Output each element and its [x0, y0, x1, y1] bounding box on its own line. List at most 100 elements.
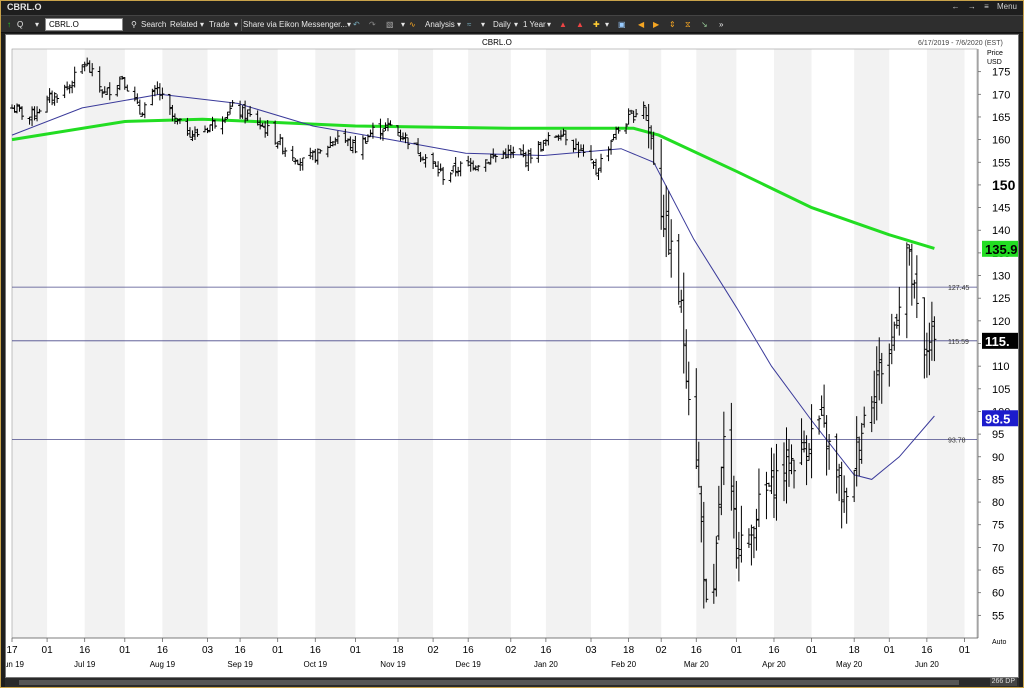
chart-band — [773, 49, 812, 638]
scroll-left-icon[interactable]: ◀ — [638, 19, 644, 31]
zoom-box-icon[interactable]: ▣ — [618, 19, 626, 31]
auto-scale-button[interactable]: Auto — [992, 639, 1007, 646]
y-axis-tick-label: 125 — [992, 293, 1010, 305]
expand-vertical-icon[interactable]: ⇕ — [669, 19, 676, 31]
menu-icon[interactable]: ≡ — [984, 2, 989, 11]
x-axis-day-label: 01 — [272, 645, 284, 656]
x-axis-month-label: Apr 20 — [762, 660, 786, 669]
x-axis-day-label: 01 — [731, 645, 743, 656]
share-messenger-button[interactable]: Share via Eikon Messenger... — [243, 19, 347, 31]
window-titlebar: CBRL.O ← → ≡ Menu — [1, 1, 1023, 15]
price-tag-label: 98.5 — [985, 411, 1010, 426]
x-axis-day-label: 16 — [540, 645, 552, 656]
chart-band — [315, 49, 356, 638]
search-button[interactable]: Search — [141, 19, 166, 31]
currency-axis-label: USD — [987, 59, 1002, 66]
more-icon[interactable]: » — [719, 19, 723, 31]
x-axis-month-label: Jun 19 — [6, 660, 25, 669]
y-axis-tick-label: 145 — [992, 203, 1010, 215]
horizontal-scrollbar[interactable] — [19, 680, 959, 685]
toolbar: ↑ Q ▾ CBRL.O ⚲ Search Related ▾ Trade ▾ … — [1, 15, 1023, 33]
analysis-icon[interactable]: ∿ — [409, 19, 416, 31]
analysis-dropdown-icon[interactable]: ▾ — [457, 19, 461, 31]
crosshair-dropdown-icon[interactable]: ▾ — [605, 19, 609, 31]
x-axis: 17 01 16 01 16 03 16 01 16 01 18 02 16 02 16 03 18 02 16 01… — [6, 637, 978, 669]
menu-button[interactable]: Menu — [997, 2, 1017, 11]
price-chart[interactable]: 127.45115.5993.78 5560657075808590951001… — [6, 35, 1020, 679]
forward-arrow-icon[interactable]: → — [968, 2, 976, 11]
window-title: CBRL.O — [7, 2, 42, 12]
x-axis-day-label: 01 — [350, 645, 362, 656]
related-dropdown-icon[interactable]: ▾ — [200, 19, 204, 31]
interval-dropdown-icon[interactable]: ▾ — [514, 19, 518, 31]
export-icon[interactable]: ↘ — [701, 19, 708, 31]
y-axis-tick-label: 140 — [992, 225, 1010, 237]
x-axis-day-label: 17 — [6, 645, 18, 656]
x-axis-day-label: 16 — [79, 645, 91, 656]
up-arrow-icon[interactable]: ↑ — [7, 19, 11, 31]
range-dropdown-icon[interactable]: ▾ — [547, 19, 551, 31]
y-axis-tick-label: 175 — [992, 67, 1010, 79]
scroll-right-icon[interactable]: ▶ — [653, 19, 659, 31]
horizontal-line-label: 127.45 — [948, 285, 970, 292]
x-axis-day-label: 16 — [235, 645, 247, 656]
back-arrow-icon[interactable]: ← — [952, 2, 960, 11]
hourglass-icon[interactable]: ⧖ — [685, 19, 691, 31]
y-axis-tick-label: 80 — [992, 497, 1004, 509]
line-chart-icon[interactable]: ▲ — [559, 19, 567, 31]
ric-input[interactable]: CBRL.O — [45, 18, 123, 31]
undo-icon[interactable]: ↶ — [353, 19, 360, 31]
y-axis-tick-label: 105 — [992, 384, 1010, 396]
analysis-menu[interactable]: Analysis — [425, 19, 455, 31]
price-tag-label: 135.9 — [985, 242, 1018, 257]
x-axis-month-label: Oct 19 — [303, 660, 327, 669]
chart-band — [162, 49, 208, 638]
x-axis-day-label: 16 — [691, 645, 703, 656]
x-axis-day-label: 16 — [768, 645, 780, 656]
share-dropdown-icon[interactable]: ▾ — [347, 19, 351, 31]
tools-dropdown-icon[interactable]: ▾ — [401, 19, 405, 31]
trade-menu[interactable]: Trade — [209, 19, 230, 31]
folder-icon[interactable]: ▧ — [386, 19, 394, 31]
x-axis-day-label: 01 — [119, 645, 131, 656]
y-axis-tick-label: 65 — [992, 565, 1004, 577]
x-axis-day-label: 16 — [157, 645, 169, 656]
range-menu[interactable]: 1 Year — [523, 19, 546, 31]
chart-band — [628, 49, 662, 638]
crosshair-icon[interactable]: ✚ — [593, 19, 600, 31]
x-axis-month-label: Aug 19 — [150, 660, 176, 669]
x-axis-day-label: 16 — [310, 645, 322, 656]
y-axis-tick-label: 165 — [992, 112, 1010, 124]
y-axis-tick-label: 95 — [992, 429, 1004, 441]
wave-icon[interactable]: ≈ — [467, 19, 471, 31]
related-menu[interactable]: Related — [170, 19, 198, 31]
x-axis-day-label: 16 — [463, 645, 475, 656]
price-axis-label: Price — [987, 50, 1003, 57]
x-axis-day-label: 01 — [884, 645, 896, 656]
x-axis-month-label: Jul 19 — [74, 660, 96, 669]
y-axis-tick-label: 90 — [992, 452, 1004, 464]
x-axis-day-label: 02 — [428, 645, 440, 656]
chart-band — [545, 49, 591, 638]
x-axis-month-label: Nov 19 — [380, 660, 406, 669]
chart-background-bands — [11, 48, 978, 639]
chart-band — [854, 49, 890, 638]
y-axis-tick-label: 75 — [992, 520, 1004, 532]
wave-dropdown-icon[interactable]: ▾ — [481, 19, 485, 31]
redo-icon[interactable]: ↷ — [369, 19, 376, 31]
x-axis-day-label: 18 — [623, 645, 635, 656]
toolbar-separator — [241, 19, 242, 31]
x-axis-month-label: Mar 20 — [684, 660, 709, 669]
interval-menu[interactable]: Daily — [493, 19, 511, 31]
x-axis-month-label: Jun 20 — [915, 660, 940, 669]
y-axis-tick-label: 120 — [992, 316, 1010, 328]
search-icon[interactable]: ⚲ — [131, 19, 137, 31]
quote-q-icon[interactable]: Q — [17, 19, 23, 31]
chart-panel[interactable]: 127.45115.5993.78 5560657075808590951001… — [5, 34, 1019, 678]
trade-dropdown-icon[interactable]: ▾ — [234, 19, 238, 31]
dropdown-icon[interactable]: ▾ — [35, 19, 39, 31]
compare-chart-icon[interactable]: ▲ — [576, 19, 584, 31]
x-axis-day-label: 01 — [806, 645, 818, 656]
x-axis-month-label: Sep 19 — [227, 660, 253, 669]
y-axis-tick-label: 110 — [992, 361, 1010, 373]
